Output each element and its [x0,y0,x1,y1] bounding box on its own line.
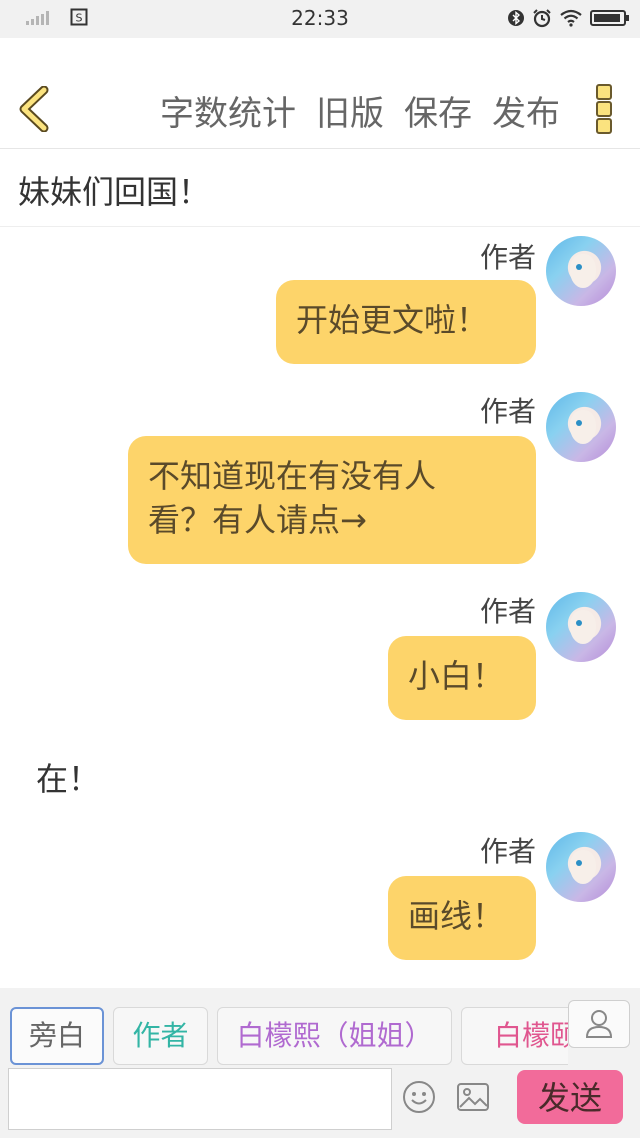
author-avatar[interactable] [546,592,616,662]
speaker-label: 作者 [479,395,536,428]
editor-toolbar: 字数统计 旧版 保存 发布 [0,38,640,149]
role-chip-author[interactable]: 作者 [113,1007,208,1065]
more-menu-icon[interactable] [596,84,612,134]
author-avatar[interactable] [546,392,616,462]
emoji-icon[interactable] [402,1080,436,1114]
app-screen: S 22:33 字数统计 旧版 保存 发布 妹妹们回国！ 作者 开始更文啦！ 作… [0,0,640,1138]
role-chip-bai-mengxi[interactable]: 白檬熙（姐姐） [217,1007,452,1065]
save-button[interactable]: 保存 [404,86,472,135]
person-icon [585,1010,613,1038]
word-count-button[interactable]: 字数统计 [160,86,296,135]
manage-roles-button[interactable] [568,1000,630,1048]
speaker-label: 作者 [479,835,536,868]
role-chip-bai-mengyi[interactable]: 白檬颐 [461,1007,568,1065]
message-bubble[interactable]: 小白！ [388,636,536,720]
message-text: 画线！ [408,897,505,935]
old-version-button[interactable]: 旧版 [316,86,384,135]
speaker-label: 作者 [479,241,536,274]
battery-icon [590,10,629,26]
toolbar-actions: 字数统计 旧版 保存 发布 [160,86,560,135]
message-text: 不知道现在有没有人 [148,457,437,495]
message-bubble[interactable]: 画线！ [388,876,536,960]
alarm-icon [533,9,551,28]
wifi-icon [560,9,582,27]
message-text: 小白！ [408,657,505,695]
back-chevron-icon[interactable] [14,86,54,132]
compose-bar: 发送 [0,1068,640,1138]
role-selector-bar: 旁白 作者 白檬熙（姐姐） 白檬颐 [0,988,640,1068]
publish-button[interactable]: 发布 [492,86,560,135]
speaker-label: 作者 [479,595,536,628]
role-chip-narrator[interactable]: 旁白 [10,1007,104,1065]
chapter-title-bar[interactable]: 妹妹们回国！ [0,149,640,227]
author-avatar[interactable] [546,236,616,306]
chapter-title: 妹妹们回国！ [18,173,211,211]
message-text: 开始更文啦！ [296,301,489,339]
image-icon[interactable] [456,1082,490,1112]
author-avatar[interactable] [546,832,616,902]
narration-text[interactable]: 在！ [36,754,100,800]
message-bubble[interactable]: 开始更文啦！ [276,280,536,364]
send-button[interactable]: 发送 [517,1070,623,1124]
status-bar: S 22:33 [0,0,640,39]
message-input[interactable] [8,1068,392,1130]
role-list: 旁白 作者 白檬熙（姐姐） 白檬颐 [0,988,568,1068]
message-bubble[interactable]: 不知道现在有没有人 看？有人请点→ [128,436,536,564]
bluetooth-icon [508,10,524,26]
message-text: 看？有人请点→ [148,501,367,539]
